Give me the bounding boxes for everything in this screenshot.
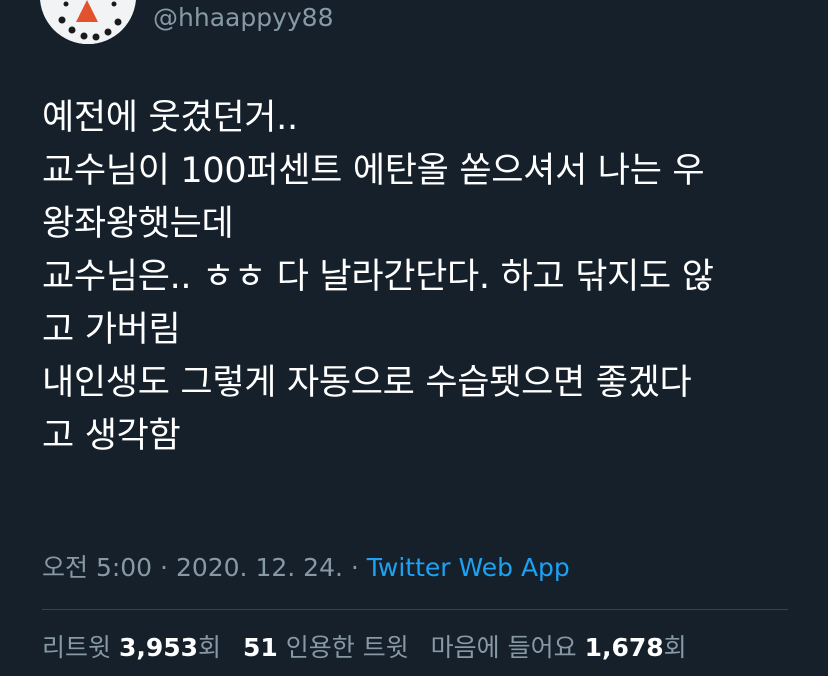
likes-suffix: 회 — [663, 633, 687, 662]
quotes-count: 51 — [243, 633, 278, 662]
tweet-text: 예전에 웃겼던거.. 교수님이 100퍼센트 에탄올 쏟으셔서 나는 우 왕좌왕… — [42, 92, 802, 463]
quotes-stat[interactable]: 51 인용한 트윗 — [243, 633, 409, 662]
tweet-time[interactable]: 오전 5:00 — [42, 553, 152, 582]
retweets-suffix: 회 — [198, 633, 222, 662]
likes-stat[interactable]: 마음에 들어요 1,678회 — [431, 633, 687, 662]
tweet-line: 고 생각함 — [42, 416, 181, 456]
likes-count: 1,678 — [584, 633, 664, 662]
tweet-line: 고 가버림 — [42, 310, 181, 350]
tweet-date[interactable]: 2020. 12. 24. — [176, 553, 343, 582]
quotes-label: 인용한 트윗 — [285, 633, 409, 662]
likes-label: 마음에 들어요 — [430, 633, 577, 662]
tweet-line: 교수님이 100퍼센트 에탄올 쏟으셔서 나는 우 — [42, 151, 705, 191]
meta-separator: · — [152, 553, 176, 582]
tweet-line: 예전에 웃겼던거.. — [42, 98, 298, 138]
avatar[interactable] — [40, 0, 136, 44]
tweet-line: 왕좌왕햇는데 — [42, 204, 234, 244]
source-app-link[interactable]: Twitter Web App — [367, 553, 570, 582]
tweet-line: 내인생도 그렇게 자동으로 수습됏으면 좋겠다 — [42, 363, 692, 403]
meta-separator: · — [342, 553, 367, 582]
retweets-label: 리트윗 — [42, 633, 112, 662]
snowman-avatar-icon — [40, 0, 136, 44]
tweet-stats: 리트윗 3,953회 51 인용한 트윗 마음에 들어요 1,678회 — [42, 632, 687, 664]
tweet-line: 교수님은.. ㅎㅎ 다 날라간단다. 하고 닦지도 않 — [42, 257, 714, 297]
author-handle[interactable]: @hhaappyy88 — [153, 2, 333, 34]
tweet-meta: 오전 5:00 · 2020. 12. 24. · Twitter Web Ap… — [42, 552, 570, 584]
retweets-count: 3,953 — [118, 633, 199, 662]
divider — [42, 609, 788, 610]
retweets-stat[interactable]: 리트윗 3,953회 — [42, 633, 221, 662]
